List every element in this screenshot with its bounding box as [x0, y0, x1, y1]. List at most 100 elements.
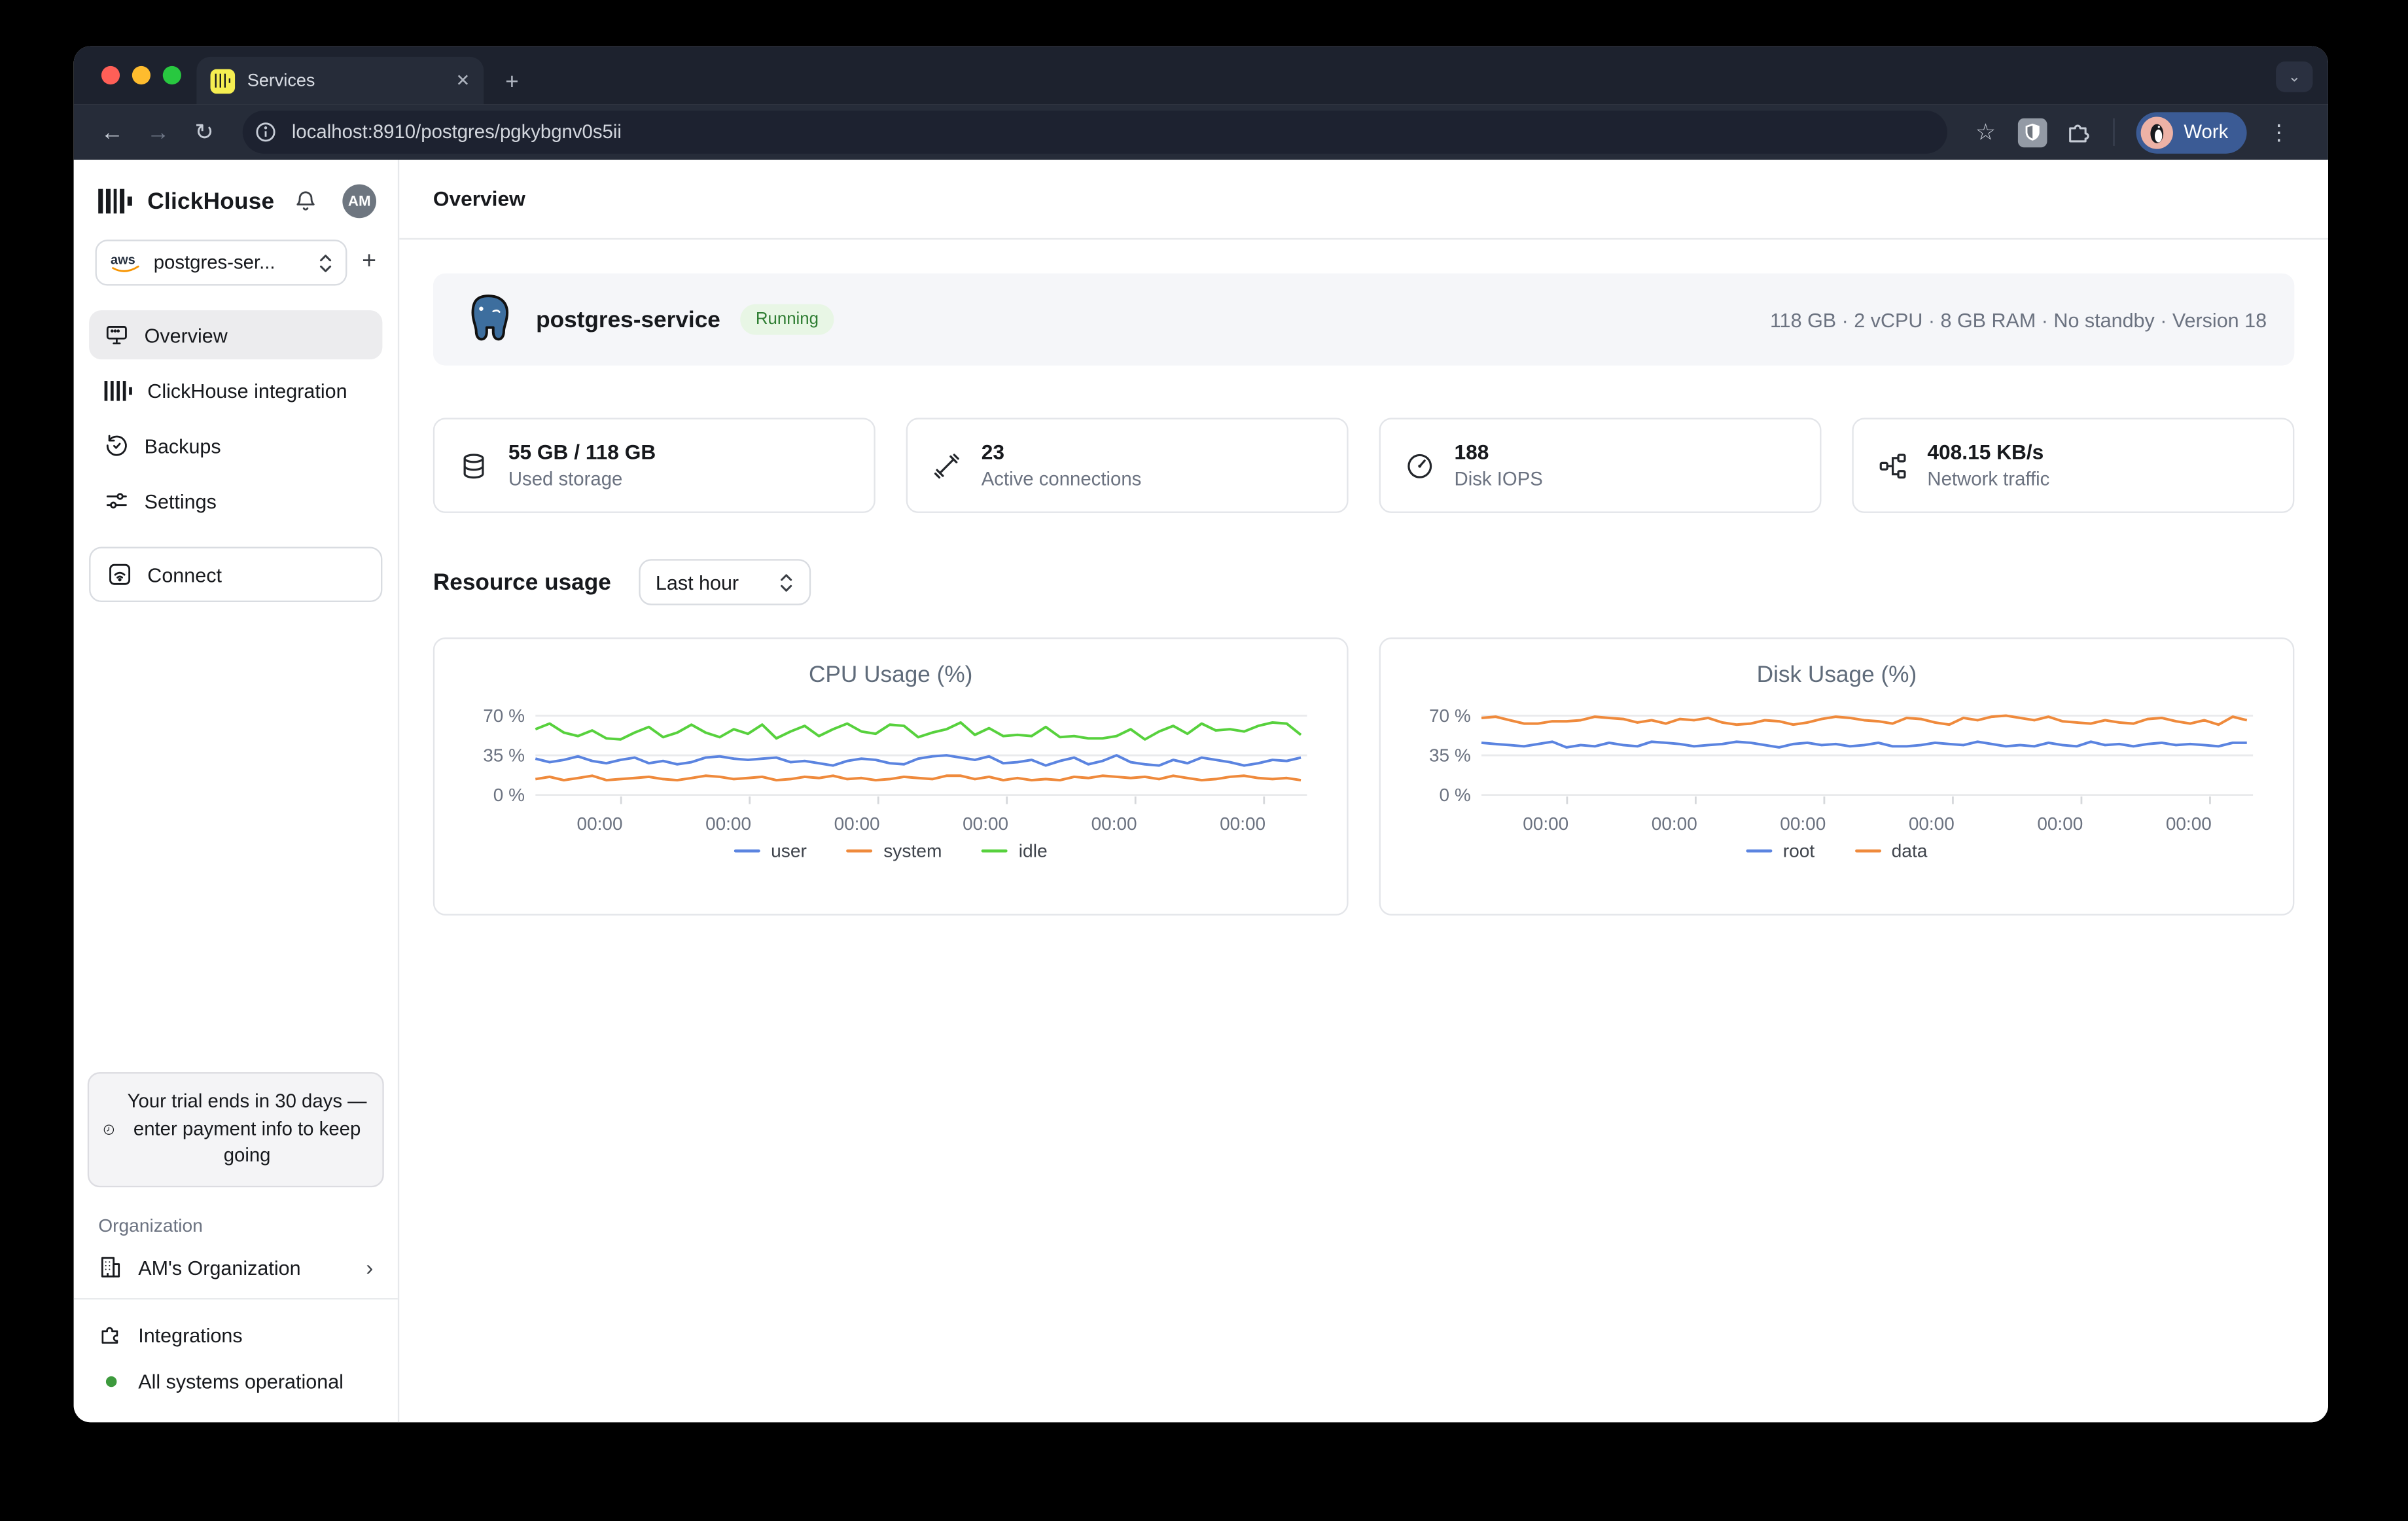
stat-label: Used storage [508, 469, 656, 490]
charts-row: CPU Usage (%) 0 % 35 % 70 % 00:00 00:00 00:00… [433, 637, 2294, 916]
sidebar-item-label: Backups [145, 434, 221, 457]
legend-item-system[interactable]: system [847, 841, 942, 863]
aws-logo-icon: aws [109, 252, 143, 274]
browser-tab-services[interactable]: Services ✕ [196, 57, 484, 105]
service-selector-row: aws postgres-ser... + [74, 236, 398, 285]
sidebar: ClickHouse AM aws [74, 160, 400, 1422]
cpu-usage-chart-card: CPU Usage (%) 0 % 35 % 70 % 00:00 00:00 00:00… [433, 637, 1349, 916]
legend-item-idle[interactable]: idle [982, 841, 1047, 863]
add-service-button[interactable]: + [362, 249, 376, 276]
new-tab-button[interactable]: + [505, 69, 519, 96]
legend-item-root[interactable]: root [1746, 841, 1815, 863]
stat-value: 408.15 KB/s [1927, 441, 2049, 464]
tab-title: Services [247, 71, 444, 90]
status-dot-icon [105, 1376, 116, 1386]
close-window-button[interactable] [101, 66, 120, 84]
stat-label: Disk IOPS [1455, 469, 1543, 490]
legend-item-user[interactable]: user [734, 841, 807, 863]
connections-cable-icon [932, 451, 962, 480]
legend-swatch [847, 850, 873, 853]
tab-search-button[interactable]: ⌄ [2276, 62, 2312, 92]
browser-window: Services ✕ + ⌄ ← → ↻ localhost:8910/post… [74, 46, 2328, 1422]
service-specs: 118 GB · 2 vCPU · 8 GB RAM · No standby … [1770, 308, 2267, 331]
trial-notice-text: Your trial ends in 30 days — enter payme… [127, 1088, 367, 1170]
user-avatar[interactable]: AM [342, 185, 376, 219]
url-text: localhost:8910/postgres/pgkybgnv0s5ii [292, 121, 622, 143]
toolbar-separator [2113, 118, 2114, 146]
updown-chevron-icon [779, 572, 794, 592]
clickhouse-logo-icon [98, 187, 132, 215]
trial-clock-icon [103, 1117, 115, 1143]
site-info-icon[interactable] [252, 118, 279, 146]
page-title: Overview [433, 187, 525, 210]
svg-text:35 %: 35 % [483, 745, 525, 765]
address-bar[interactable]: localhost:8910/postgres/pgkybgnv0s5ii [243, 111, 1947, 154]
service-selector[interactable]: aws postgres-ser... [96, 240, 347, 285]
sidebar-item-clickhouse-integration[interactable]: ClickHouse integration [89, 366, 382, 415]
svg-text:0 %: 0 % [1440, 785, 1471, 805]
chart-title: CPU Usage (%) [459, 662, 1322, 689]
sidebar-item-backups[interactable]: Backups [89, 421, 382, 470]
updown-chevron-icon [317, 253, 332, 273]
stat-label: Network traffic [1927, 469, 2049, 490]
svg-text:00:00: 00:00 [2037, 814, 2083, 834]
legend-swatch [734, 850, 760, 853]
svg-text:00:00: 00:00 [577, 814, 623, 834]
sidebar-item-settings[interactable]: Settings [89, 476, 382, 526]
stat-card-disk-iops: 188 Disk IOPS [1379, 418, 1822, 513]
backup-history-icon [105, 433, 130, 458]
minimize-window-button[interactable] [132, 66, 150, 84]
organization-building-icon [98, 1255, 123, 1279]
selected-service-label: postgres-ser... [154, 252, 307, 274]
svg-text:70 %: 70 % [483, 706, 525, 726]
chart-title: Disk Usage (%) [1405, 662, 2268, 689]
clickhouse-bars-icon [105, 380, 132, 401]
svg-text:00:00: 00:00 [1091, 814, 1137, 834]
svg-text:aws: aws [111, 253, 135, 268]
tab-close-icon[interactable]: ✕ [456, 71, 470, 91]
svg-text:70 %: 70 % [1429, 706, 1471, 726]
sidebar-item-overview[interactable]: Overview [89, 310, 382, 359]
system-status[interactable]: All systems operational [98, 1361, 373, 1401]
svg-text:00:00: 00:00 [2166, 814, 2212, 834]
clickhouse-favicon-icon [211, 68, 236, 93]
back-button[interactable]: ← [92, 112, 132, 152]
database-icon [459, 451, 489, 480]
stat-value: 188 [1455, 441, 1543, 464]
bookmark-star-icon[interactable]: ☆ [1966, 112, 2006, 152]
disk-usage-chart: 0 %35 %70 %00:0000:0000:0000:0000:0000:0… [1405, 698, 2268, 838]
window-controls[interactable] [101, 66, 181, 84]
sidebar-spacer [74, 602, 398, 1072]
legend-label: idle [1019, 841, 1048, 863]
chart-legend: user system idle [459, 841, 1322, 863]
stat-card-used-storage: 55 GB / 118 GB Used storage [433, 418, 876, 513]
organization-name: AM's Organization [138, 1256, 351, 1279]
time-range-value: Last hour [656, 571, 739, 594]
reload-button[interactable]: ↻ [185, 112, 224, 152]
svg-text:0 %: 0 % [493, 785, 525, 805]
time-range-select[interactable]: Last hour [639, 559, 811, 605]
connect-label: Connect [147, 563, 222, 586]
legend-label: data [1892, 841, 1928, 863]
connect-button[interactable]: Connect [89, 547, 382, 602]
browser-profile-button[interactable]: Work [2136, 111, 2247, 152]
svg-text:00:00: 00:00 [705, 814, 751, 834]
sidebar-nav: Overview ClickHouse integration [74, 310, 398, 526]
forward-button[interactable]: → [138, 112, 178, 152]
stat-card-network-traffic: 408.15 KB/s Network traffic [1852, 418, 2294, 513]
organization-item[interactable]: AM's Organization › [74, 1236, 398, 1298]
sidebar-item-label: Settings [145, 490, 217, 512]
svg-text:00:00: 00:00 [1909, 814, 1955, 834]
maximize-window-button[interactable] [163, 66, 181, 84]
legend-item-data[interactable]: data [1854, 841, 1927, 863]
stat-card-active-connections: 23 Active connections [906, 418, 1349, 513]
shield-extension-icon[interactable] [2011, 112, 2051, 152]
service-name: postgres-service [536, 306, 720, 332]
browser-menu-icon[interactable]: ⋮ [2259, 112, 2299, 152]
legend-swatch [1746, 850, 1772, 853]
extensions-puzzle-icon[interactable] [2058, 112, 2098, 152]
notifications-bell-icon[interactable] [293, 189, 318, 214]
main-panel: Overview postgres-service Running 118 GB… [399, 160, 2328, 1422]
svg-text:00:00: 00:00 [1780, 814, 1826, 834]
integrations-link[interactable]: Integrations [98, 1315, 373, 1355]
